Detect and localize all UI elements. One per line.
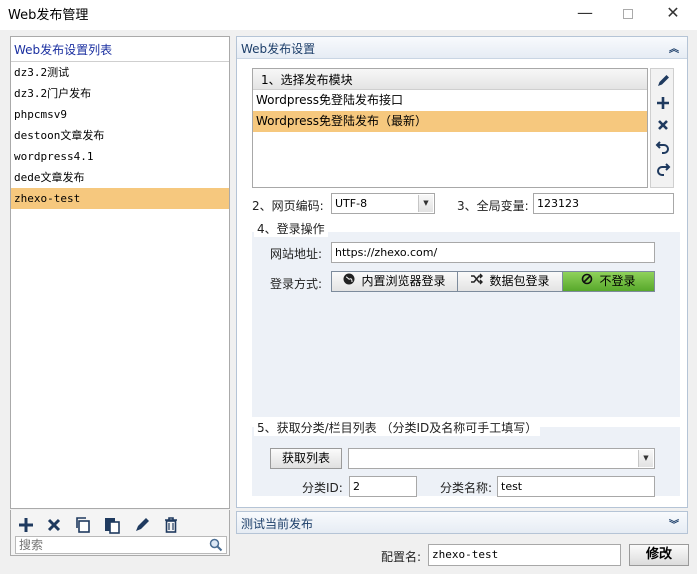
add-icon[interactable] <box>15 514 37 536</box>
config-list-header: Web发布设置列表 <box>11 37 229 62</box>
undo-icon[interactable] <box>655 139 671 155</box>
title-bar: Web发布管理 — ✕ <box>0 0 697 30</box>
encoding-value: UTF-8 <box>335 197 368 210</box>
category-name-input[interactable]: test <box>497 476 655 497</box>
search-icon[interactable] <box>209 538 223 555</box>
login-method-group: 内置浏览器登录 数据包登录 不登录 <box>331 271 655 292</box>
config-name-label: 配置名: <box>381 550 422 564</box>
site-url-input[interactable]: https://zhexo.com/ <box>331 242 655 263</box>
category-id-input[interactable]: 2 <box>349 476 417 497</box>
global-var-label: 3、全局变量: <box>457 199 529 213</box>
module-select-box: 1、选择发布模块 Wordpress免登陆发布接口 Wordpress免登陆发布… <box>252 68 648 188</box>
module-toolbar <box>650 68 674 188</box>
edit-icon[interactable] <box>131 514 153 536</box>
globe-icon <box>343 272 355 291</box>
collapse-up-icon[interactable]: ︽ <box>669 40 679 55</box>
search-input[interactable] <box>16 537 201 553</box>
copy-icon[interactable] <box>72 514 94 536</box>
delete-icon[interactable] <box>43 514 65 536</box>
maximize-button[interactable] <box>606 2 650 26</box>
maximize-icon <box>623 9 633 19</box>
login-method-label: 登录方式: <box>270 277 323 291</box>
no-login-label: 不登录 <box>599 274 636 288</box>
config-name-input[interactable]: zhexo-test <box>428 544 621 566</box>
site-url-label: 网站地址: <box>270 247 323 261</box>
list-item[interactable]: Wordpress免登陆发布接口 <box>253 90 647 111</box>
list-item[interactable]: destoon文章发布 <box>11 125 229 146</box>
list-item[interactable]: phpcmsv9 <box>11 104 229 125</box>
publish-settings-panel: Web发布设置 ︽ 1、选择发布模块 Wordpress免登陆发布接口 Word… <box>236 36 688 508</box>
panel-title: Web发布设置 <box>241 42 316 56</box>
close-button[interactable]: ✕ <box>651 2 695 26</box>
encoding-label: 2、网页编码: <box>252 199 324 213</box>
chevron-down-icon[interactable]: ▼ <box>418 195 433 212</box>
category-section-title: 5、获取分类/栏目列表 （分类ID及名称可手工填写） <box>254 419 541 436</box>
config-list-panel: Web发布设置列表 dz3.2测试 dz3.2门户发布 phpcmsv9 des… <box>10 36 230 509</box>
window-title: Web发布管理 <box>8 8 89 23</box>
test-publish-title: 测试当前发布 <box>241 517 314 531</box>
module-select-title: 1、选择发布模块 <box>253 69 647 90</box>
category-id-label: 分类ID: <box>302 481 343 495</box>
list-item-selected[interactable]: zhexo-test <box>11 188 229 209</box>
expand-down-icon[interactable]: ︾ <box>669 516 679 531</box>
login-section: 4、登录操作 网站地址: https://zhexo.com/ 登录方式: 内置… <box>252 220 680 417</box>
test-publish-header[interactable]: 测试当前发布 ︾ <box>236 511 688 534</box>
ban-icon <box>581 272 593 291</box>
category-dropdown[interactable]: ▼ <box>348 448 655 469</box>
packet-login-button[interactable]: 数据包登录 <box>458 272 563 291</box>
redo-icon[interactable] <box>655 161 671 177</box>
encoding-dropdown[interactable]: UTF-8 ▼ <box>331 193 435 214</box>
minimize-button[interactable]: — <box>563 2 607 26</box>
list-item[interactable]: dz3.2门户发布 <box>11 83 229 104</box>
category-section: 5、获取分类/栏目列表 （分类ID及名称可手工填写） 获取列表 ▼ 分类ID: … <box>252 419 680 497</box>
builtin-browser-login-button[interactable]: 内置浏览器登录 <box>332 272 458 291</box>
shuffle-icon <box>470 272 484 291</box>
packet-login-label: 数据包登录 <box>489 274 550 288</box>
no-login-button[interactable]: 不登录 <box>563 272 654 291</box>
plus-icon[interactable] <box>655 95 671 111</box>
list-toolbar <box>10 510 230 556</box>
trash-icon[interactable] <box>160 514 182 536</box>
list-item-selected[interactable]: Wordpress免登陆发布（最新） <box>253 111 647 132</box>
modify-button[interactable]: 修改 <box>629 544 689 566</box>
publish-settings-header[interactable]: Web发布设置 ︽ <box>237 37 687 59</box>
chevron-down-icon[interactable]: ▼ <box>638 450 653 467</box>
pencil-icon[interactable] <box>655 73 671 89</box>
close-icon[interactable] <box>655 117 671 133</box>
search-field[interactable] <box>15 536 227 554</box>
fetch-list-button[interactable]: 获取列表 <box>270 448 342 469</box>
list-item[interactable]: dz3.2测试 <box>11 62 229 83</box>
module-list: Wordpress免登陆发布接口 Wordpress免登陆发布（最新） <box>253 90 647 132</box>
window-client: Web发布设置列表 dz3.2测试 dz3.2门户发布 phpcmsv9 des… <box>0 30 697 574</box>
config-list: dz3.2测试 dz3.2门户发布 phpcmsv9 destoon文章发布 w… <box>11 62 229 209</box>
builtin-browser-login-label: 内置浏览器登录 <box>361 274 446 288</box>
paste-icon[interactable] <box>101 514 123 536</box>
login-section-title: 4、登录操作 <box>254 220 328 237</box>
list-item[interactable]: dede文章发布 <box>11 167 229 188</box>
list-item[interactable]: wordpress4.1 <box>11 146 229 167</box>
global-var-input[interactable]: 123123 <box>533 193 674 214</box>
category-name-label: 分类名称: <box>440 481 493 495</box>
